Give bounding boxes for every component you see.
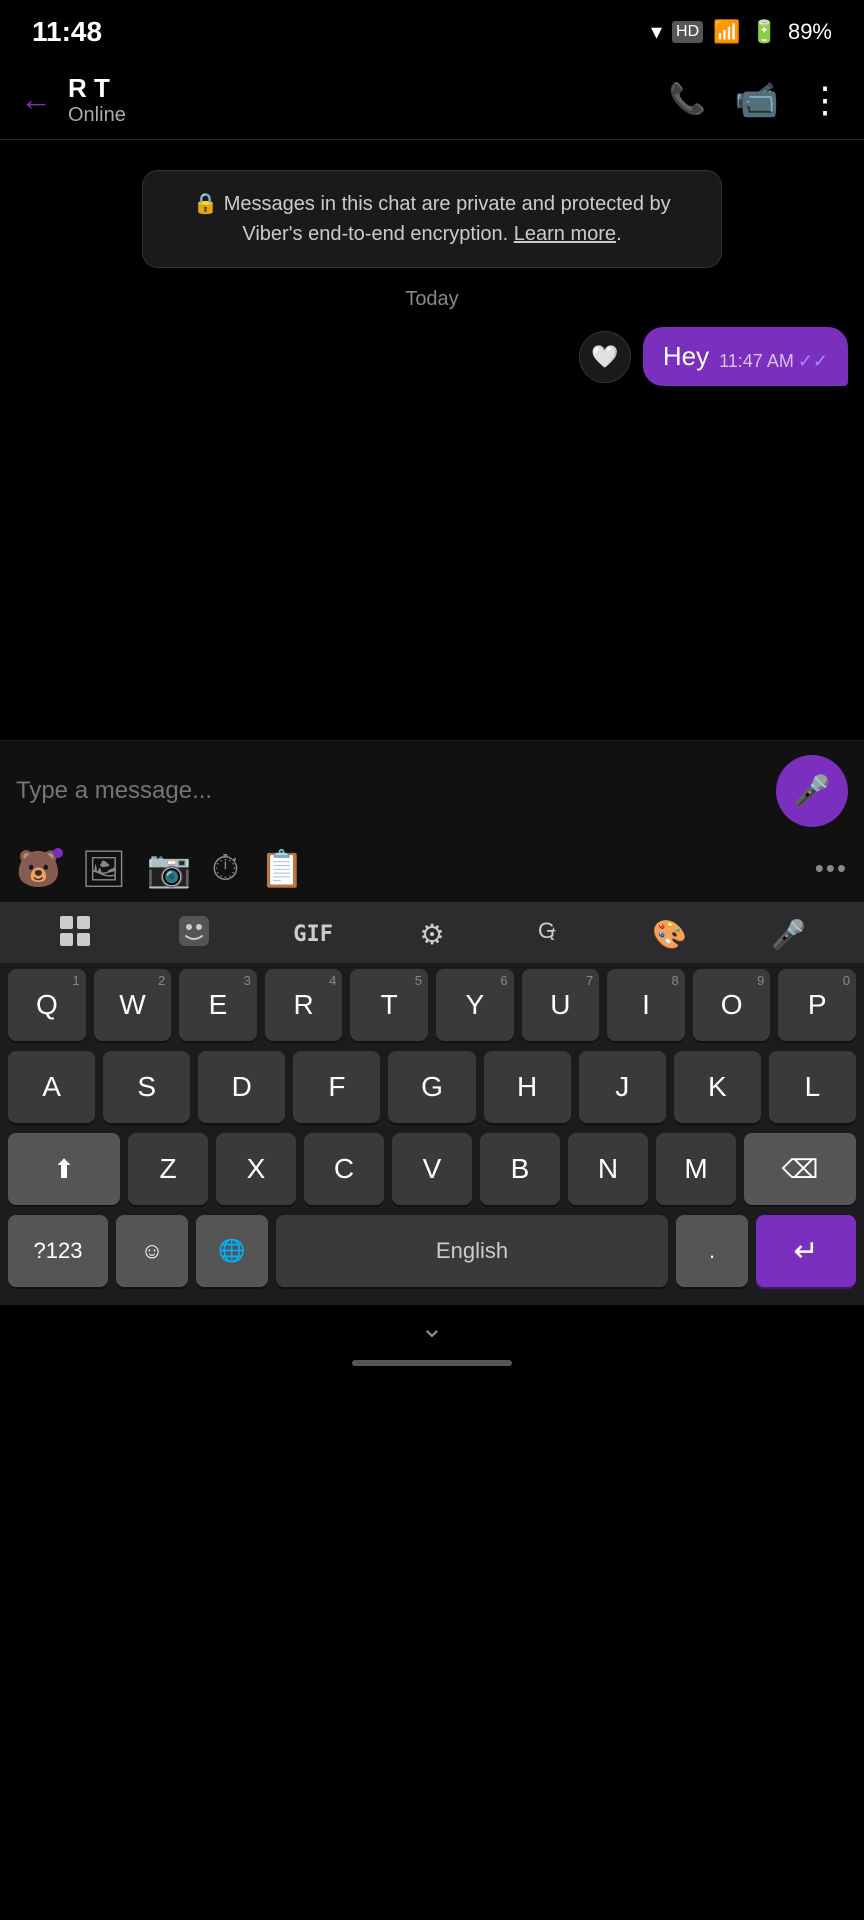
- period-key[interactable]: .: [676, 1215, 748, 1287]
- message-bubble: Hey 11:47 AM ✓✓: [643, 327, 848, 386]
- shift-key[interactable]: ⬆: [8, 1133, 120, 1205]
- key-h[interactable]: H: [484, 1051, 571, 1123]
- contact-status: Online: [68, 104, 669, 127]
- read-ticks: ✓✓: [798, 351, 828, 372]
- note-icon: 📋: [259, 848, 304, 889]
- delete-key[interactable]: ⌫: [744, 1133, 856, 1205]
- key-s[interactable]: S: [103, 1051, 190, 1123]
- key-m[interactable]: M: [656, 1133, 736, 1205]
- battery-text: 89%: [788, 19, 832, 45]
- key-z[interactable]: Z: [128, 1133, 208, 1205]
- home-indicator: [352, 1360, 512, 1366]
- status-time: 11:48: [32, 16, 102, 48]
- key-g[interactable]: G: [388, 1051, 475, 1123]
- key-y[interactable]: Y6: [436, 969, 514, 1041]
- date-divider: Today: [16, 288, 848, 311]
- voice-call-icon[interactable]: 📞: [669, 82, 706, 117]
- key-n[interactable]: N: [568, 1133, 648, 1205]
- contact-name: R T: [68, 73, 669, 104]
- keyboard-bottom-row: ?123 ☺ 🌐 English . ↵: [0, 1215, 864, 1295]
- encryption-notice: 🔒 Messages in this chat are private and …: [142, 170, 722, 268]
- chat-toolbar: 🐻 🖼 📷 ⏱ 📋 •••: [0, 837, 864, 902]
- key-x[interactable]: X: [216, 1133, 296, 1205]
- keyboard-row-1: Q1 W2 E3 R4 T5 Y6 U7 I8 O9 P0: [8, 969, 856, 1041]
- signal-icon: 📶: [713, 19, 740, 45]
- sticker-button[interactable]: 🐻: [16, 848, 61, 890]
- mic-icon: 🎤: [793, 774, 830, 809]
- keyboard: GIF ⚙ Gt 🎨 🎤 Q1 W2 E3 R4 T5 Y6 U7 I8 O9 …: [0, 902, 864, 1305]
- message-meta: 11:47 AM ✓✓: [719, 351, 828, 372]
- note-button[interactable]: 📋: [259, 848, 304, 890]
- key-d[interactable]: D: [198, 1051, 285, 1123]
- space-key[interactable]: English: [276, 1215, 668, 1287]
- lock-icon: 🔒: [193, 193, 223, 215]
- wifi-icon: ▾: [651, 19, 662, 45]
- photo-icon: 🖼: [81, 848, 127, 889]
- key-i[interactable]: I8: [607, 969, 685, 1041]
- kb-translate-button[interactable]: Gt: [491, 914, 610, 955]
- toolbar-more-button[interactable]: •••: [815, 853, 848, 884]
- voice-record-button[interactable]: 🎤: [776, 755, 848, 827]
- message-text: Hey: [663, 341, 709, 372]
- key-l[interactable]: L: [769, 1051, 856, 1123]
- key-k[interactable]: K: [674, 1051, 761, 1123]
- status-bar: 11:48 ▾ HD 📶 🔋 89%: [0, 0, 864, 60]
- key-r[interactable]: R4: [265, 969, 343, 1041]
- keyboard-row-3: ⬆ Z X C V B N M ⌫: [8, 1133, 856, 1205]
- key-a[interactable]: A: [8, 1051, 95, 1123]
- kb-mic-button[interactable]: 🎤: [729, 918, 848, 951]
- status-icons: ▾ HD 📶 🔋 89%: [651, 19, 832, 45]
- kb-settings-button[interactable]: ⚙: [373, 918, 492, 951]
- contact-info: R T Online: [68, 73, 669, 127]
- more-options-icon[interactable]: ⋮: [807, 79, 844, 121]
- back-button[interactable]: ←: [20, 81, 52, 118]
- keyboard-row-2: A S D F G H J K L: [8, 1051, 856, 1123]
- key-v[interactable]: V: [392, 1133, 472, 1205]
- message-input[interactable]: [16, 773, 764, 809]
- kb-face-button[interactable]: [135, 914, 254, 955]
- kb-palette-button[interactable]: 🎨: [610, 918, 729, 951]
- camera-button[interactable]: 📷: [147, 848, 192, 890]
- reaction-button[interactable]: 🤍: [579, 331, 631, 383]
- key-u[interactable]: U7: [522, 969, 600, 1041]
- kb-gif-button[interactable]: GIF: [254, 922, 373, 947]
- chevron-area[interactable]: ⌄: [0, 1305, 864, 1350]
- key-o[interactable]: O9: [693, 969, 771, 1041]
- chevron-down-icon[interactable]: ⌄: [420, 1311, 443, 1344]
- photo-button[interactable]: 🖼: [81, 848, 127, 890]
- header-actions: 📞 📹 ⋮: [669, 79, 844, 121]
- keyboard-top-bar: GIF ⚙ Gt 🎨 🎤: [0, 902, 864, 963]
- key-b[interactable]: B: [480, 1133, 560, 1205]
- enter-key[interactable]: ↵: [756, 1215, 856, 1287]
- camera-icon: 📷: [147, 848, 192, 889]
- kb-apps-button[interactable]: [16, 914, 135, 955]
- message-time: 11:47 AM: [719, 351, 794, 372]
- heart-icon: 🤍: [591, 344, 618, 370]
- key-c[interactable]: C: [304, 1133, 384, 1205]
- input-area: 🎤: [0, 740, 864, 837]
- chat-header: ← R T Online 📞 📹 ⋮: [0, 60, 864, 140]
- message-row: 🤍 Hey 11:47 AM ✓✓: [16, 327, 848, 386]
- key-f[interactable]: F: [293, 1051, 380, 1123]
- key-t[interactable]: T5: [350, 969, 428, 1041]
- hd-icon: HD: [672, 21, 703, 43]
- timer-button[interactable]: ⏱: [211, 847, 239, 890]
- timer-icon: ⏱: [211, 847, 239, 888]
- emoji-key[interactable]: ☺: [116, 1215, 188, 1287]
- num-sym-key[interactable]: ?123: [8, 1215, 108, 1287]
- key-e[interactable]: E3: [179, 969, 257, 1041]
- key-p[interactable]: P0: [778, 969, 856, 1041]
- video-call-icon[interactable]: 📹: [734, 79, 779, 121]
- key-w[interactable]: W2: [94, 969, 172, 1041]
- battery-icon: 🔋: [751, 19, 778, 45]
- keyboard-rows: Q1 W2 E3 R4 T5 Y6 U7 I8 O9 P0 A S D F G …: [0, 963, 864, 1205]
- globe-key[interactable]: 🌐: [196, 1215, 268, 1287]
- nav-indicator: [0, 1350, 864, 1374]
- key-j[interactable]: J: [579, 1051, 666, 1123]
- chat-area: 🔒 Messages in this chat are private and …: [0, 140, 864, 740]
- key-q[interactable]: Q1: [8, 969, 86, 1041]
- learn-more-link[interactable]: Learn more: [514, 223, 616, 245]
